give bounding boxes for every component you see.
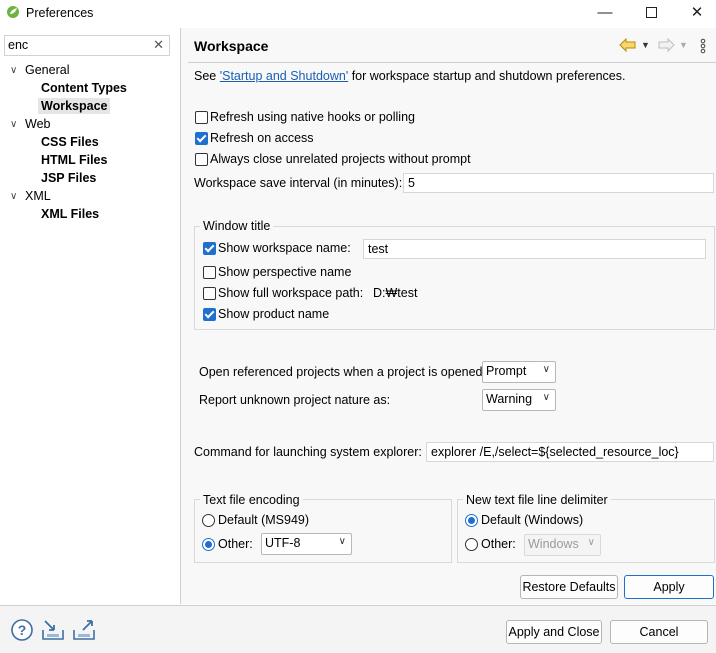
window-title-group-title: Window title: [200, 219, 274, 233]
encoding-value: UTF-8: [265, 536, 301, 550]
see-prefix: See: [194, 69, 217, 83]
tree-item-general[interactable]: General: [25, 63, 69, 77]
unknown-nature-dropdown[interactable]: Warning ∨: [482, 389, 556, 411]
chevron-down-icon: ∨: [542, 364, 550, 375]
chevron-down-icon[interactable]: ∨: [10, 191, 17, 202]
show-workspace-name-label: Show workspace name:: [218, 241, 351, 255]
clear-filter-icon[interactable]: ✕: [153, 37, 164, 53]
delimiter-other-label: Other:: [481, 537, 516, 551]
header-separator: [188, 62, 716, 63]
forward-menu-chevron-icon: ▼: [679, 40, 688, 50]
chevron-down-icon: ∨: [542, 392, 550, 403]
chevron-down-icon: ∨: [338, 536, 346, 547]
tree-item-workspace[interactable]: Workspace: [38, 98, 111, 114]
chevron-down-icon[interactable]: ∨: [10, 119, 17, 130]
filter-input[interactable]: [8, 37, 148, 53]
always-close-checkbox[interactable]: [195, 153, 208, 166]
save-interval-label: Workspace save interval (in minutes):: [194, 176, 403, 190]
system-explorer-value: explorer /E,/select=${selected_resource_…: [431, 445, 679, 459]
restore-defaults-button[interactable]: Restore Defaults: [520, 575, 618, 599]
dialog-button-bar: [0, 605, 716, 653]
spring-leaf-icon: [7, 6, 19, 18]
encoding-default-label: Default (MS949): [218, 513, 310, 527]
cancel-button[interactable]: Cancel: [610, 620, 708, 644]
delimiter-value: Windows: [528, 537, 579, 551]
workspace-name-field[interactable]: test: [363, 239, 706, 259]
system-explorer-label: Command for launching system explorer:: [194, 445, 422, 459]
unknown-nature-value: Warning: [486, 392, 533, 406]
delimiter-default-radio[interactable]: [465, 514, 478, 527]
open-referenced-label: Open referenced projects when a project …: [199, 365, 486, 379]
apply-and-close-button[interactable]: Apply and Close: [506, 620, 602, 644]
help-icon[interactable]: ?: [10, 618, 34, 642]
show-product-name-checkbox[interactable]: [203, 308, 216, 321]
line-delimiter-group-title: New text file line delimiter: [463, 493, 611, 507]
show-workspace-name-checkbox[interactable]: [203, 242, 216, 255]
tree-item-jsp-files[interactable]: JSP Files: [41, 171, 96, 185]
apply-button[interactable]: Apply: [624, 575, 714, 599]
close-icon[interactable]: ✕: [682, 2, 712, 24]
chevron-down-icon: ∨: [587, 537, 595, 548]
refresh-access-checkbox[interactable]: [195, 132, 208, 145]
unknown-nature-label: Report unknown project nature as:: [199, 393, 391, 407]
filter-field[interactable]: ✕: [4, 35, 170, 56]
delimiter-other-radio[interactable]: [465, 538, 478, 551]
tree-item-content-types[interactable]: Content Types: [41, 81, 127, 95]
window-title: Preferences: [26, 6, 94, 20]
encoding-other-label: Other:: [218, 537, 253, 551]
show-full-path-checkbox[interactable]: [203, 287, 216, 300]
show-product-name-label: Show product name: [218, 307, 330, 321]
full-path-value: D:₩test: [373, 286, 418, 300]
chevron-down-icon[interactable]: ∨: [10, 65, 17, 76]
startup-shutdown-link[interactable]: 'Startup and Shutdown': [220, 69, 348, 83]
startup-info-line: See 'Startup and Shutdown' for workspace…: [194, 69, 625, 83]
save-interval-field[interactable]: 5: [403, 173, 714, 193]
tree-item-xml[interactable]: XML: [25, 189, 51, 203]
refresh-native-label: Refresh using native hooks or polling: [210, 110, 415, 124]
back-arrow-icon[interactable]: [619, 38, 637, 52]
tree-item-xml-files[interactable]: XML Files: [41, 207, 99, 221]
import-icon[interactable]: [41, 618, 65, 642]
open-referenced-value: Prompt: [486, 364, 527, 378]
show-perspective-name-checkbox[interactable]: [203, 266, 216, 279]
tree-item-html-files[interactable]: HTML Files: [41, 153, 107, 167]
refresh-access-label: Refresh on access: [210, 131, 314, 145]
forward-arrow-icon: [658, 38, 675, 52]
encoding-group-title: Text file encoding: [200, 493, 303, 507]
delimiter-dropdown: Windows ∨: [524, 534, 601, 556]
system-explorer-field[interactable]: explorer /E,/select=${selected_resource_…: [426, 442, 714, 462]
workspace-name-value: test: [368, 242, 389, 256]
page-title: Workspace: [194, 38, 269, 54]
show-full-path-label: Show full workspace path:: [218, 286, 364, 300]
maximize-icon[interactable]: [636, 2, 666, 24]
refresh-native-checkbox[interactable]: [195, 111, 208, 124]
export-icon[interactable]: [72, 618, 96, 642]
save-interval-value: 5: [408, 176, 415, 190]
always-close-label: Always close unrelated projects without …: [210, 152, 471, 166]
svg-text:?: ?: [18, 622, 27, 638]
open-referenced-dropdown[interactable]: Prompt ∨: [482, 361, 556, 383]
show-perspective-name-label: Show perspective name: [218, 265, 352, 279]
minimize-icon[interactable]: —: [590, 2, 620, 24]
encoding-other-radio[interactable]: [202, 538, 215, 551]
tree-item-web[interactable]: Web: [25, 117, 50, 131]
title-bar: Preferences — ✕: [0, 0, 716, 26]
tree-item-css-files[interactable]: CSS Files: [41, 135, 99, 149]
back-menu-chevron-icon[interactable]: ▼: [641, 40, 650, 50]
view-menu-icon[interactable]: [699, 38, 707, 54]
preferences-tree-panel: [0, 28, 181, 604]
encoding-dropdown[interactable]: UTF-8 ∨: [261, 533, 352, 555]
encoding-default-radio[interactable]: [202, 514, 215, 527]
see-suffix: for workspace startup and shutdown prefe…: [351, 69, 626, 83]
delimiter-default-label: Default (Windows): [481, 513, 584, 527]
